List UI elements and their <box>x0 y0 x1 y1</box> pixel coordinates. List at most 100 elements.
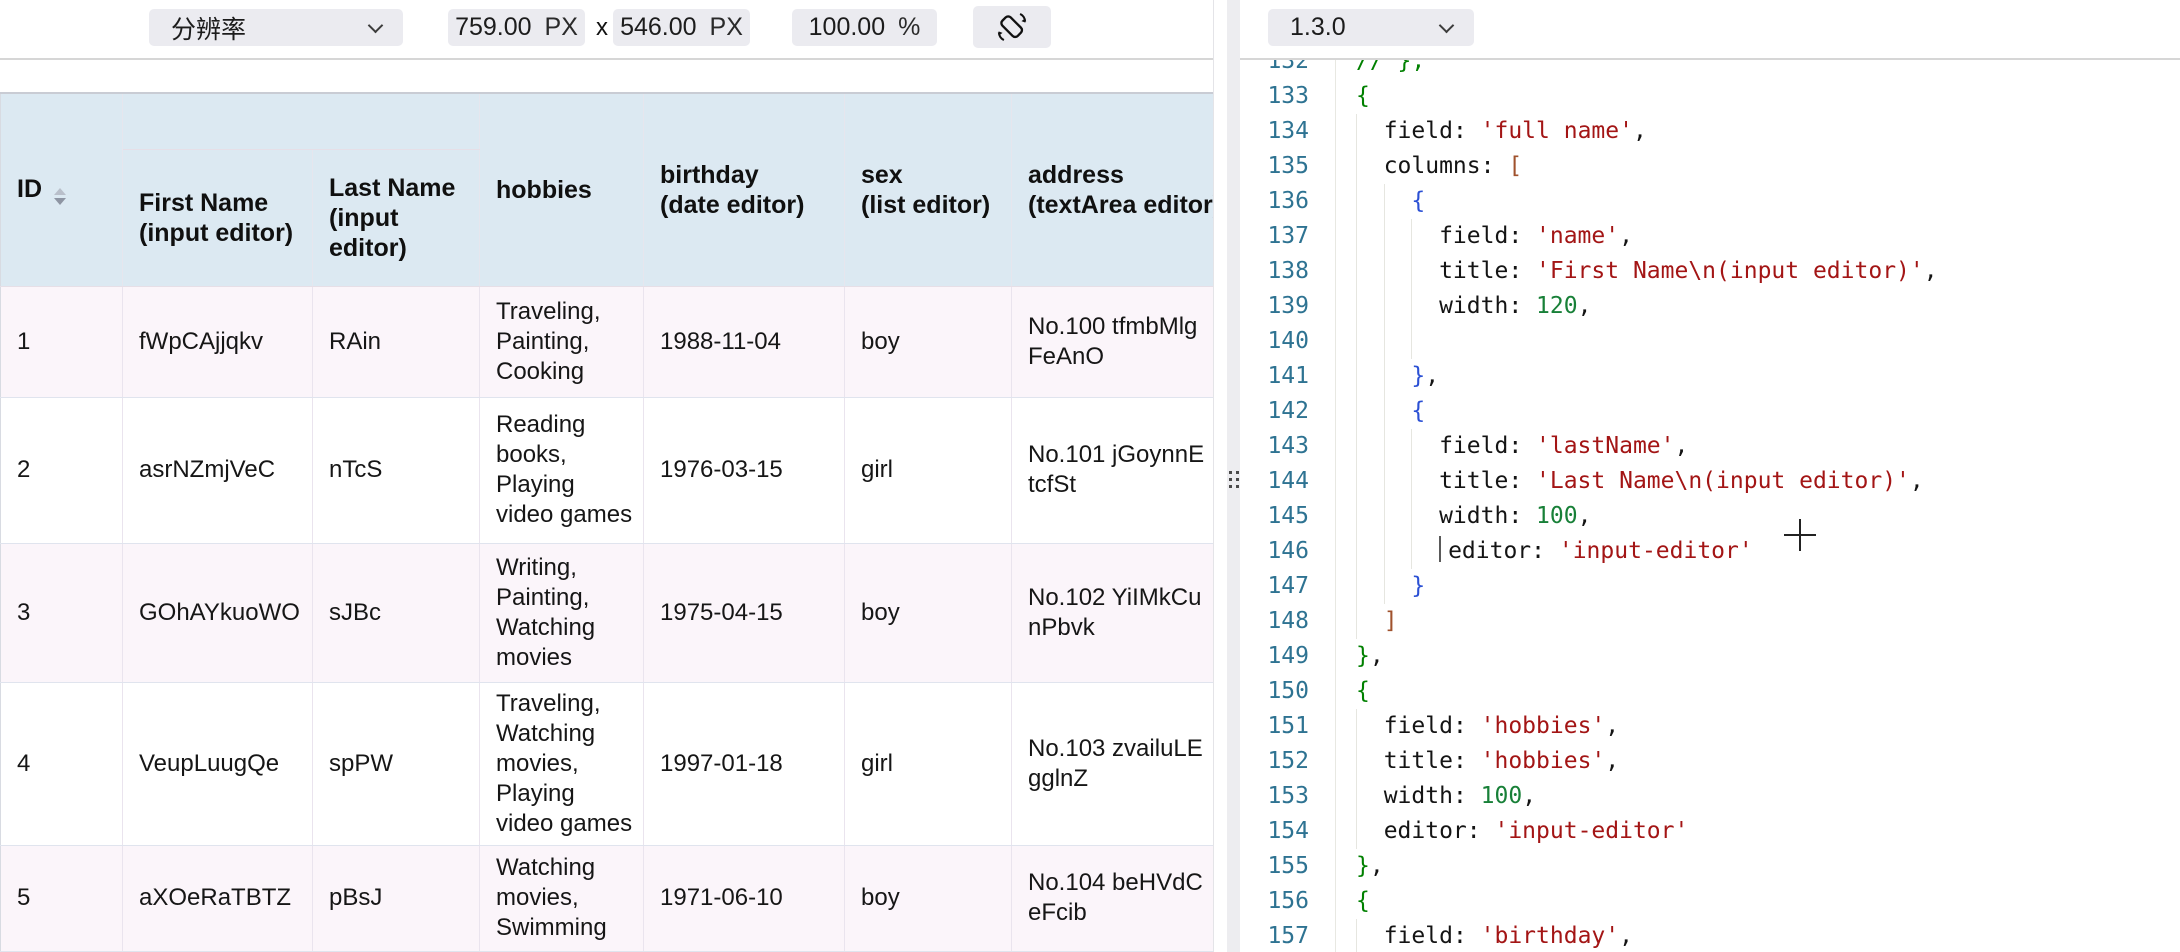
code-line[interactable]: 146editor: 'input-editor' <box>1240 534 2180 569</box>
cell-first-name[interactable]: asrNZmjVeC <box>123 397 313 543</box>
cell-hobbies[interactable]: Watching movies, Swimming <box>480 845 644 951</box>
cell-last-name[interactable]: sJBc <box>313 543 480 682</box>
rotate-button[interactable] <box>973 6 1051 48</box>
col-header-id[interactable]: ID <box>1 93 123 286</box>
code-line-content[interactable]: { <box>1336 674 2180 709</box>
code-line-content[interactable]: field: 'lastName', <box>1336 429 2180 464</box>
resolution-select[interactable]: 分辨率 <box>149 9 403 46</box>
cell-sex[interactable]: boy <box>845 286 1012 397</box>
code-line-content[interactable]: editor: 'input-editor' <box>1336 814 2180 849</box>
code-line[interactable]: 138title: 'First Name\n(input editor)', <box>1240 254 2180 289</box>
code-line[interactable]: 136{ <box>1240 184 2180 219</box>
cell-address[interactable]: No.104 beHVdC eFcib <box>1012 845 1215 951</box>
code-line[interactable]: 154editor: 'input-editor' <box>1240 814 2180 849</box>
code-line-content[interactable]: field: 'birthday', <box>1336 919 2180 952</box>
zoom-input[interactable]: 100.00 % <box>792 9 937 46</box>
code-line-content[interactable] <box>1336 324 2180 359</box>
code-line[interactable]: 145width: 100, <box>1240 499 2180 534</box>
cell-first-name[interactable]: VeupLuugQe <box>123 682 313 845</box>
code-line-content[interactable]: ] <box>1336 604 2180 639</box>
sort-icon[interactable] <box>54 188 66 205</box>
code-line-content[interactable]: width: 120, <box>1336 289 2180 324</box>
code-line[interactable]: 141}, <box>1240 359 2180 394</box>
code-line-content[interactable]: title: 'First Name\n(input editor)', <box>1336 254 2180 289</box>
cell-sex[interactable]: girl <box>845 682 1012 845</box>
code-editor[interactable]: 132// },133{134field: 'full name',135col… <box>1240 60 2180 952</box>
cell-last-name[interactable]: pBsJ <box>313 845 480 951</box>
code-line[interactable]: 135columns: [ <box>1240 149 2180 184</box>
code-line-content[interactable]: { <box>1336 394 2180 429</box>
code-line-content[interactable]: } <box>1336 569 2180 604</box>
col-header-hobbies[interactable]: hobbies <box>480 93 644 286</box>
code-line-content[interactable]: width: 100, <box>1336 779 2180 814</box>
cell-id[interactable]: 2 <box>1 397 123 543</box>
code-line[interactable]: 132// }, <box>1240 60 2180 79</box>
cell-last-name[interactable]: RAin <box>313 286 480 397</box>
col-header-birthday[interactable]: birthday (date editor) <box>644 93 845 286</box>
code-line-content[interactable]: }, <box>1336 359 2180 394</box>
code-line[interactable]: 148] <box>1240 604 2180 639</box>
code-line[interactable]: 155}, <box>1240 849 2180 884</box>
width-input[interactable]: 759.00 PX <box>448 9 585 46</box>
cell-hobbies[interactable]: Traveling, Painting, Cooking <box>480 286 644 397</box>
code-line[interactable]: 147} <box>1240 569 2180 604</box>
cell-last-name[interactable]: spPW <box>313 682 480 845</box>
cell-hobbies[interactable]: Writing, Painting, Watching movies <box>480 543 644 682</box>
code-line[interactable]: 153width: 100, <box>1240 779 2180 814</box>
code-line[interactable]: 150{ <box>1240 674 2180 709</box>
cell-address[interactable]: No.101 jGoynnE tcfSt <box>1012 397 1215 543</box>
code-line-content[interactable]: }, <box>1336 849 2180 884</box>
code-line-content[interactable]: field: 'hobbies', <box>1336 709 2180 744</box>
cell-id[interactable]: 1 <box>1 286 123 397</box>
cell-birthday[interactable]: 1976-03-15 <box>644 397 845 543</box>
cell-birthday[interactable]: 1971-06-10 <box>644 845 845 951</box>
cell-birthday[interactable]: 1975-04-15 <box>644 543 845 682</box>
cell-sex[interactable]: boy <box>845 845 1012 951</box>
cell-sex[interactable]: girl <box>845 397 1012 543</box>
cell-first-name[interactable]: fWpCAjjqkv <box>123 286 313 397</box>
cell-birthday[interactable]: 1997-01-18 <box>644 682 845 845</box>
cell-hobbies[interactable]: Traveling, Watching movies, Playing vide… <box>480 682 644 845</box>
code-line[interactable]: 142{ <box>1240 394 2180 429</box>
code-line-content[interactable]: title: 'hobbies', <box>1336 744 2180 779</box>
code-line-content[interactable]: width: 100, <box>1336 499 2180 534</box>
col-header-first-name[interactable]: First Name (input editor) <box>123 149 313 286</box>
code-line[interactable]: 140 <box>1240 324 2180 359</box>
cell-hobbies[interactable]: Reading books, Playing video games <box>480 397 644 543</box>
code-line[interactable]: 134field: 'full name', <box>1240 114 2180 149</box>
code-line-content[interactable]: field: 'name', <box>1336 219 2180 254</box>
cell-id[interactable]: 5 <box>1 845 123 951</box>
cell-birthday[interactable]: 1988-11-04 <box>644 286 845 397</box>
code-line-content[interactable]: title: 'Last Name\n(input editor)', <box>1336 464 2180 499</box>
version-select[interactable]: 1.3.0 <box>1268 9 1474 46</box>
code-line-content[interactable]: { <box>1336 79 2180 114</box>
code-line[interactable]: 152title: 'hobbies', <box>1240 744 2180 779</box>
col-header-sex[interactable]: sex (list editor) <box>845 93 1012 286</box>
cell-last-name[interactable]: nTcS <box>313 397 480 543</box>
panel-splitter[interactable] <box>1227 0 1240 952</box>
cell-address[interactable]: No.102 YiIMkCu nPbvk <box>1012 543 1215 682</box>
code-line[interactable]: 143field: 'lastName', <box>1240 429 2180 464</box>
cell-first-name[interactable]: GOhAYkuoWO <box>123 543 313 682</box>
code-line-content[interactable]: // }, <box>1336 60 2180 79</box>
code-line[interactable]: 156{ <box>1240 884 2180 919</box>
code-line[interactable]: 137field: 'name', <box>1240 219 2180 254</box>
cell-id[interactable]: 4 <box>1 682 123 845</box>
code-line[interactable]: 144title: 'Last Name\n(input editor)', <box>1240 464 2180 499</box>
cell-address[interactable]: No.100 tfmbMlg FeAnO <box>1012 286 1215 397</box>
cell-sex[interactable]: boy <box>845 543 1012 682</box>
cell-first-name[interactable]: aXOeRaTBTZ <box>123 845 313 951</box>
code-line-content[interactable]: }, <box>1336 639 2180 674</box>
code-line-content[interactable]: columns: [ <box>1336 149 2180 184</box>
cell-id[interactable]: 3 <box>1 543 123 682</box>
code-line-content[interactable]: { <box>1336 884 2180 919</box>
cell-address[interactable]: No.103 zvailuLE gglnZ <box>1012 682 1215 845</box>
code-line[interactable]: 133{ <box>1240 79 2180 114</box>
code-line[interactable]: 139width: 120, <box>1240 289 2180 324</box>
code-line-content[interactable]: editor: 'input-editor' <box>1336 534 2180 569</box>
code-line[interactable]: 157field: 'birthday', <box>1240 919 2180 952</box>
col-header-address[interactable]: address (textArea editor) <box>1012 93 1215 286</box>
col-group-header-full-name[interactable] <box>123 93 480 149</box>
code-line-content[interactable]: field: 'full name', <box>1336 114 2180 149</box>
code-line-content[interactable]: { <box>1336 184 2180 219</box>
